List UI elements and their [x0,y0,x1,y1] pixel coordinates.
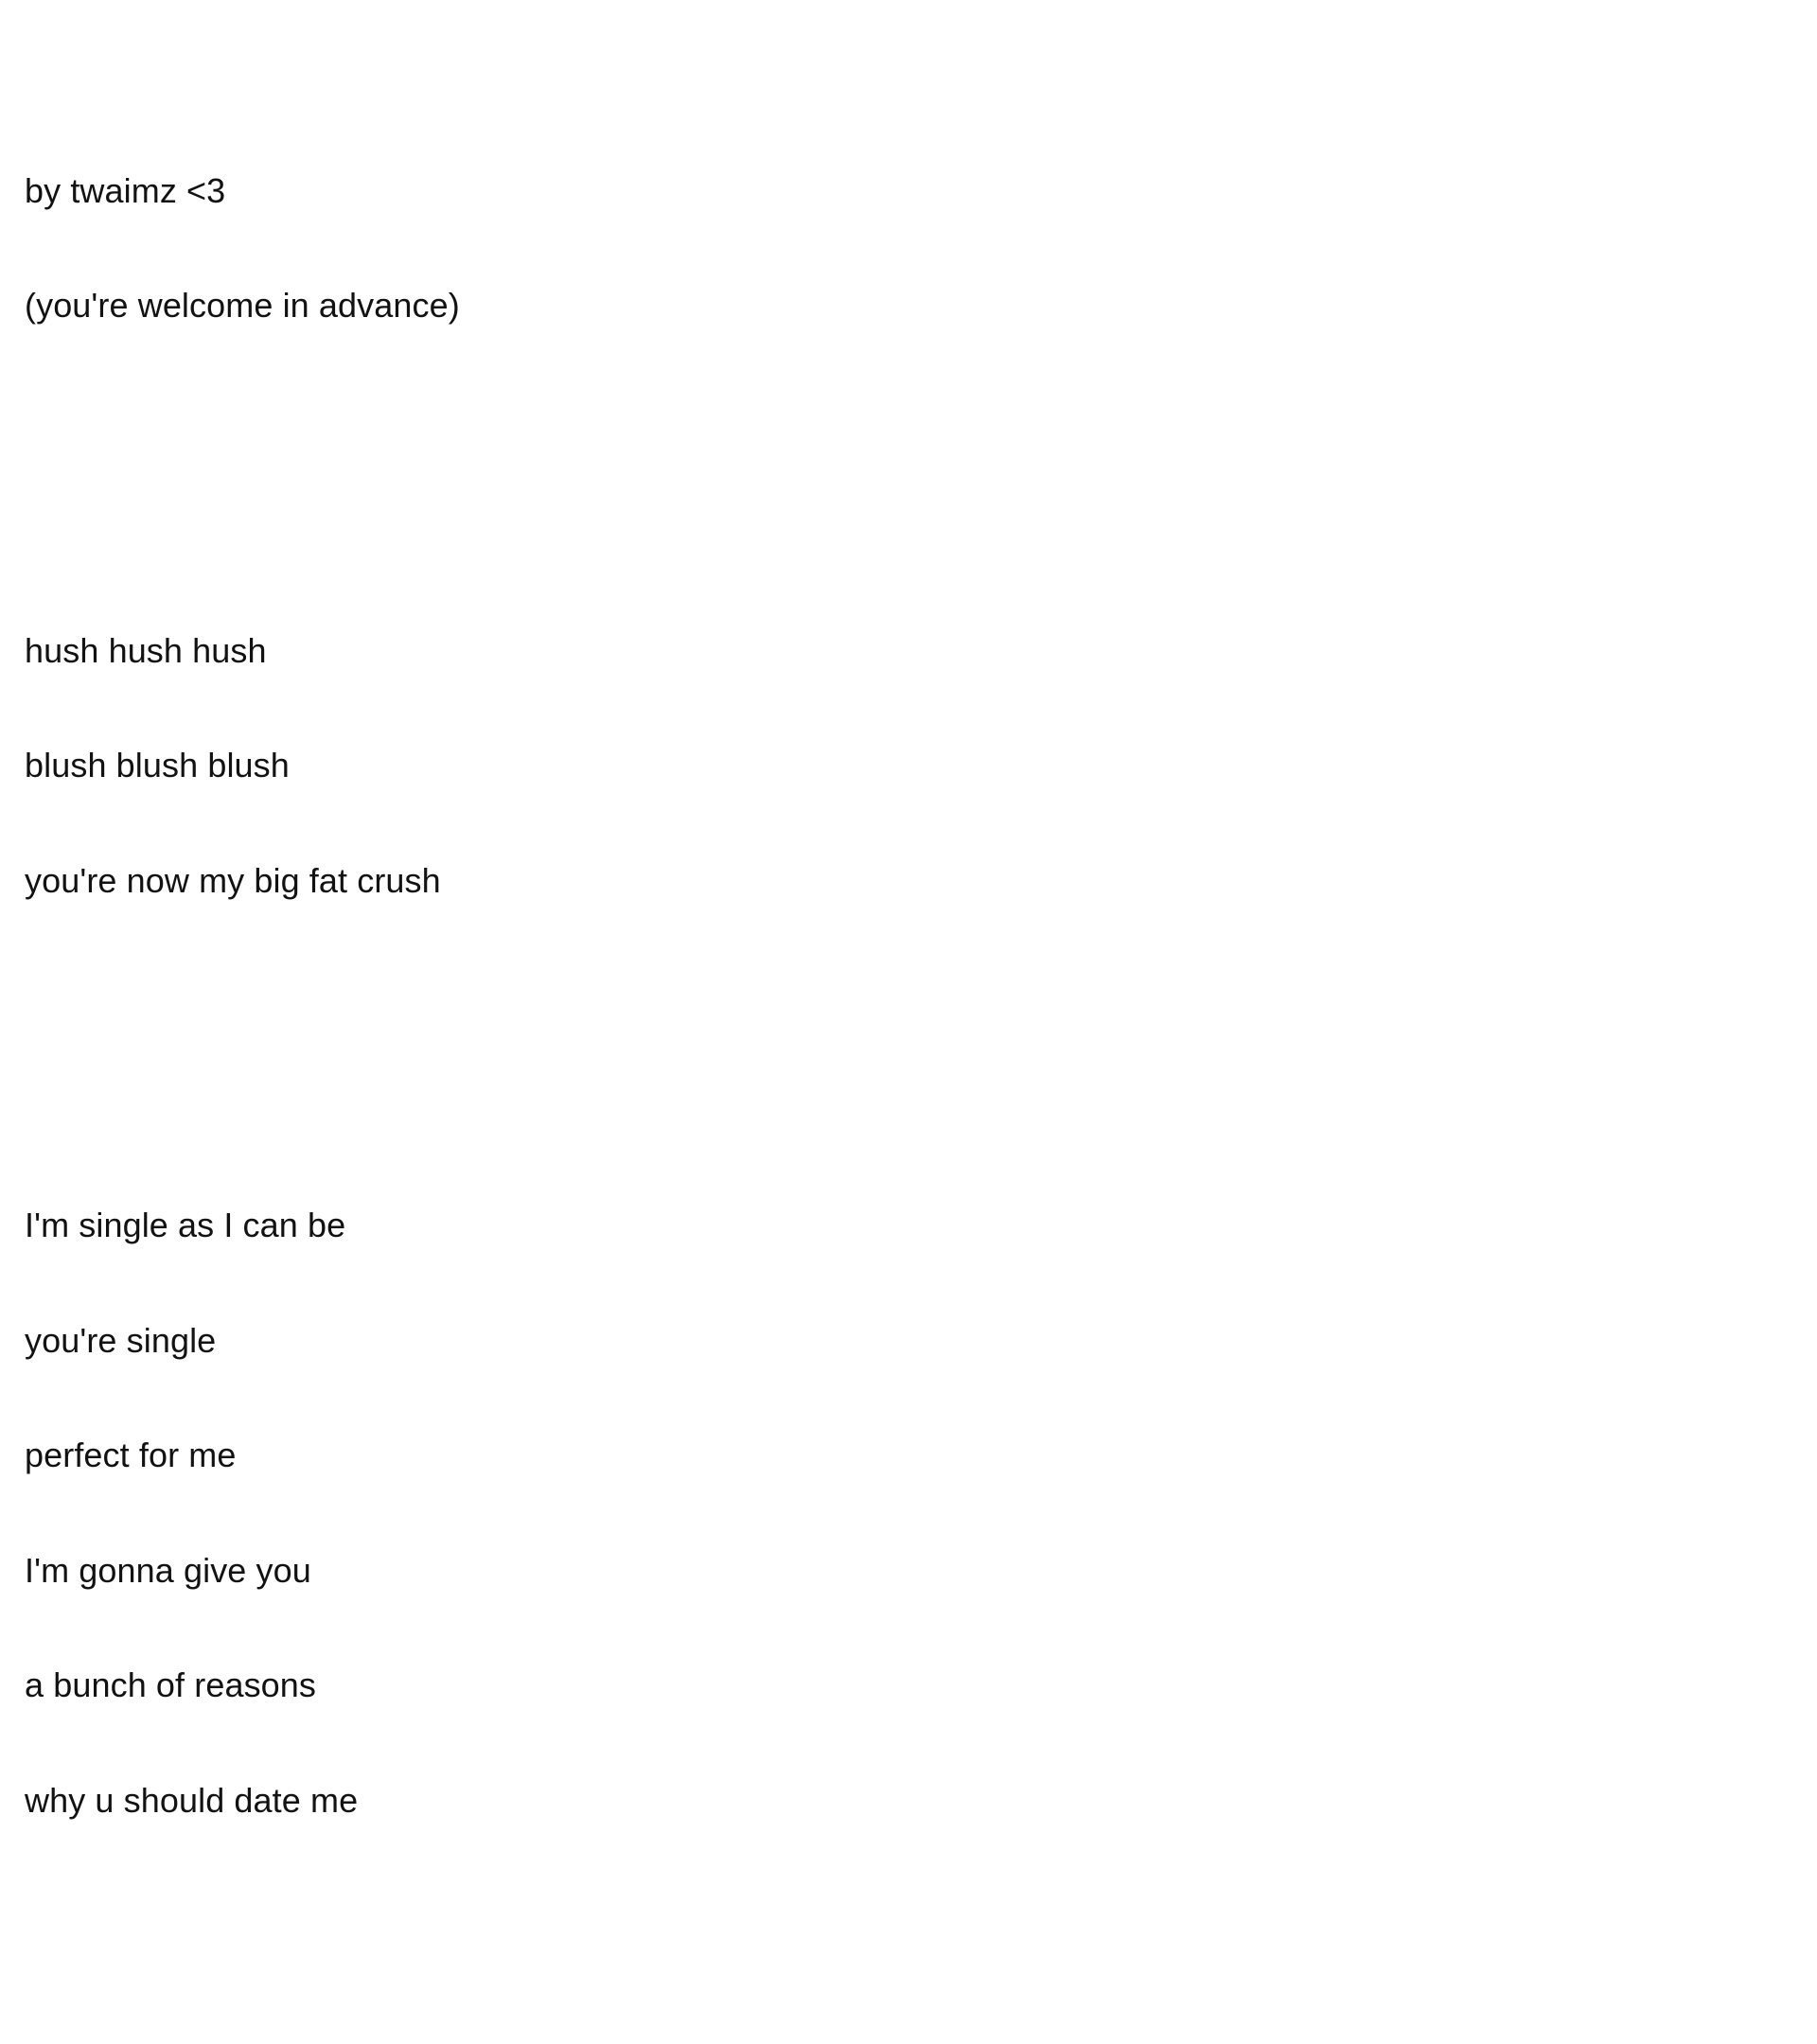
stanza-single: I'm single as I can be you're single per… [25,1130,1633,1896]
lyric-line: (you're welcome in advance) [25,286,460,325]
lyrics-text-block: by twaimz <3 (you're welcome in advance)… [25,0,1633,2044]
lyric-line: a bunch of reasons [25,1665,317,1704]
lyric-line: I'm gonna give you [25,1550,311,1590]
lyric-line: you're single [25,1320,217,1360]
lyric-line: hush hush hush [25,630,267,670]
stanza-hush: hush hush hush blush blush blush you're … [25,555,1633,978]
stanza-credit: by twaimz <3 (you're welcome in advance) [25,96,1633,402]
page-canvas: by twaimz <3 (you're welcome in advance)… [0,0,1817,1819]
lyric-line: I'm single as I can be [25,1206,346,1244]
lyric-line: blush blush blush [25,746,290,784]
lyric-line: perfect for me [25,1436,237,1474]
lyric-line: why u should date me [25,1780,359,1820]
lyric-line: you're now my big fat crush [25,860,441,900]
lyric-line: by twaimz <3 [25,170,226,210]
